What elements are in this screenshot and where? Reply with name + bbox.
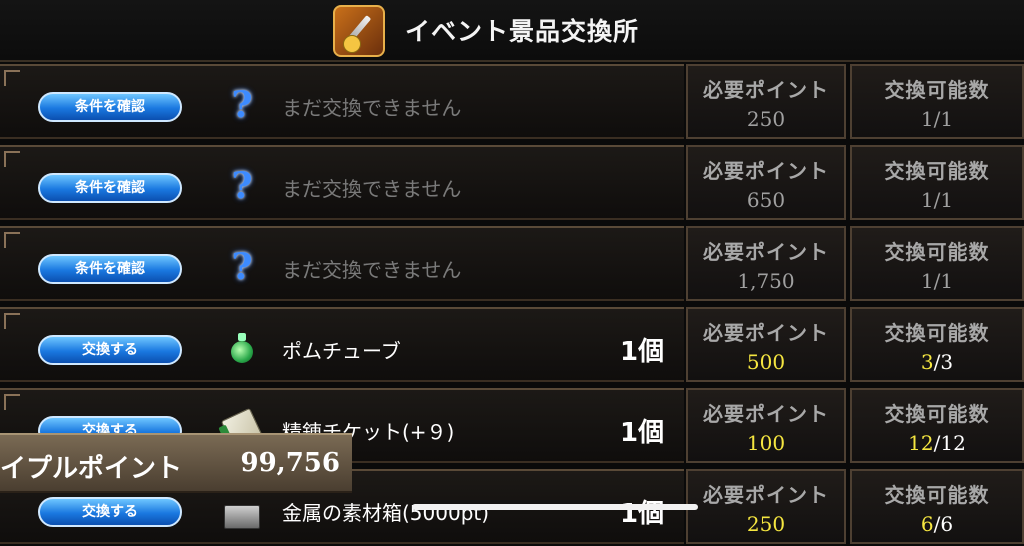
required-points-label: 必要ポイント — [703, 159, 829, 183]
required-points-cell: 必要ポイント 250 — [686, 64, 846, 139]
exchange-count-cell: 交換可能数 6/6 — [850, 469, 1024, 544]
points-value: 99,756 — [240, 448, 340, 478]
exchange-count-value: 6/6 — [920, 512, 954, 536]
exchange-count-label: 交換可能数 — [884, 402, 990, 426]
required-points-cell: 必要ポイント 100 — [686, 388, 846, 463]
required-points-label: 必要ポイント — [703, 78, 829, 102]
reward-row: 条件を確認 ? まだ交換できません 必要ポイント 250 交換可能数 1/1 — [0, 62, 1024, 141]
reward-row-main: 条件を確認 ? まだ交換できません — [0, 145, 684, 220]
item-name: まだ交換できません — [282, 258, 462, 282]
item-name: まだ交換できません — [282, 177, 462, 201]
required-points-value: 250 — [746, 107, 786, 131]
exchange-count-value: 3/3 — [920, 350, 954, 374]
item-name: ポムチューブ — [282, 339, 401, 363]
potion-icon — [224, 329, 260, 367]
event-shop-icon — [333, 5, 385, 57]
required-points-label: 必要ポイント — [703, 483, 829, 507]
required-points-value: 100 — [746, 431, 786, 455]
required-points-value: 250 — [746, 512, 786, 536]
required-points-label: 必要ポイント — [703, 402, 829, 426]
points-balance-bar: イプルポイント 99,756 — [0, 433, 352, 493]
required-points-cell: 必要ポイント 500 — [686, 307, 846, 382]
exchange-count-label: 交換可能数 — [884, 483, 990, 507]
required-points-cell: 必要ポイント 650 — [686, 145, 846, 220]
required-points-label: 必要ポイント — [703, 321, 829, 345]
exchange-count-value: 1/1 — [920, 188, 954, 212]
item-quantity: 1個 — [620, 337, 665, 367]
item-name: まだ交換できません — [282, 96, 462, 120]
check-conditions-button[interactable]: 条件を確認 — [38, 173, 182, 203]
required-points-cell: 必要ポイント 1,750 — [686, 226, 846, 301]
exchange-count-cell: 交換可能数 1/1 — [850, 226, 1024, 301]
item-quantity: 1個 — [620, 418, 665, 448]
exchange-count-value: 12/12 — [908, 431, 966, 455]
header-bar: イベント景品交換所 — [0, 0, 1024, 62]
material-box-icon — [224, 491, 260, 529]
question-icon: ? — [231, 165, 253, 207]
exchange-count-cell: 交換可能数 1/1 — [850, 145, 1024, 220]
home-indicator[interactable] — [412, 504, 698, 510]
exchange-count-value: 1/1 — [920, 269, 954, 293]
reward-row-main: 条件を確認 ? まだ交換できません — [0, 226, 684, 301]
exchange-count-label: 交換可能数 — [884, 78, 990, 102]
reward-row-main: 交換する ポムチューブ 1個 — [0, 307, 684, 382]
exchange-count-label: 交換可能数 — [884, 159, 990, 183]
required-points-value: 1,750 — [737, 269, 795, 293]
reward-row: 交換する ポムチューブ 1個 必要ポイント 500 交換可能数 3/3 — [0, 305, 1024, 384]
check-conditions-button[interactable]: 条件を確認 — [38, 254, 182, 284]
question-icon: ? — [231, 246, 253, 288]
reward-row: 条件を確認 ? まだ交換できません 必要ポイント 650 交換可能数 1/1 — [0, 143, 1024, 222]
page-title: イベント景品交換所 — [405, 17, 640, 46]
reward-row: 条件を確認 ? まだ交換できません 必要ポイント 1,750 交換可能数 1/1 — [0, 224, 1024, 303]
exchange-count-label: 交換可能数 — [884, 321, 990, 345]
exchange-count-value: 1/1 — [920, 107, 954, 131]
points-label: イプルポイント — [0, 454, 183, 484]
required-points-cell: 必要ポイント 250 — [686, 469, 846, 544]
exchange-count-cell: 交換可能数 12/12 — [850, 388, 1024, 463]
exchange-button[interactable]: 交換する — [38, 335, 182, 365]
required-points-label: 必要ポイント — [703, 240, 829, 264]
required-points-value: 650 — [746, 188, 786, 212]
reward-row-main: 条件を確認 ? まだ交換できません — [0, 64, 684, 139]
check-conditions-button[interactable]: 条件を確認 — [38, 92, 182, 122]
item-name: 金属の素材箱(5000pt) — [282, 501, 490, 525]
required-points-value: 500 — [746, 350, 786, 374]
question-icon: ? — [231, 84, 253, 126]
exchange-count-label: 交換可能数 — [884, 240, 990, 264]
exchange-count-cell: 交換可能数 3/3 — [850, 307, 1024, 382]
item-quantity: 1個 — [620, 499, 665, 529]
exchange-count-cell: 交換可能数 1/1 — [850, 64, 1024, 139]
